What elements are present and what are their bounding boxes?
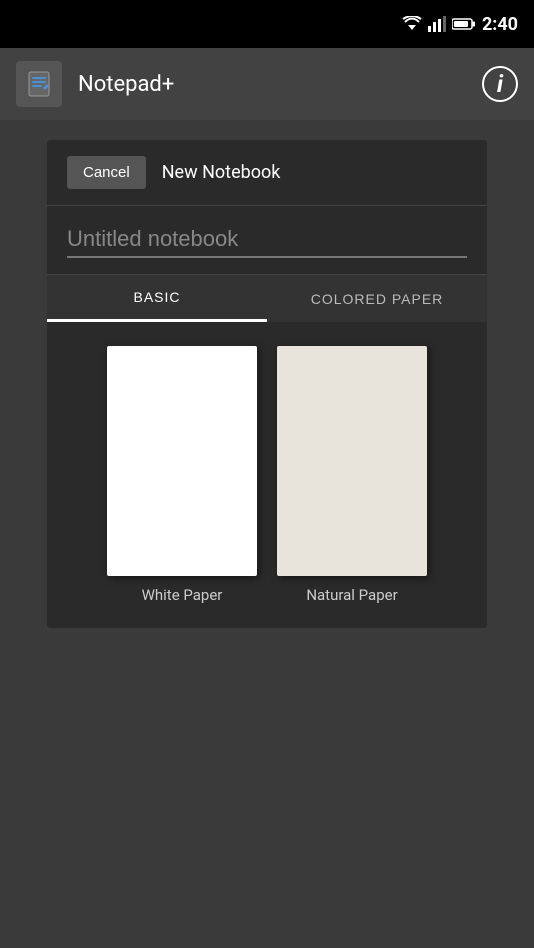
dialog-title: New Notebook — [162, 162, 281, 183]
signal-icon — [428, 16, 446, 32]
status-time: 2:40 — [482, 14, 518, 35]
app-bar: Notepad+ i — [0, 48, 534, 120]
background-content: Name Date Cancel New Notebook BASIC COLO… — [0, 120, 534, 948]
natural-paper-option[interactable]: Natural Paper — [277, 346, 427, 604]
notebook-name-input[interactable] — [67, 222, 467, 258]
app-title: Notepad+ — [78, 72, 174, 97]
tab-basic[interactable]: BASIC — [47, 275, 267, 322]
input-area — [47, 206, 487, 275]
white-paper-label: White Paper — [142, 586, 223, 604]
white-paper-thumbnail — [107, 346, 257, 576]
notepad-icon — [25, 70, 53, 98]
modal-overlay: Cancel New Notebook BASIC COLORED PAPER — [0, 120, 534, 948]
natural-paper-thumbnail — [277, 346, 427, 576]
app-icon — [16, 61, 62, 107]
wifi-icon — [402, 16, 422, 32]
paper-options: White Paper Natural Paper — [47, 322, 487, 628]
status-bar: 2:40 — [0, 0, 534, 48]
status-icons: 2:40 — [402, 14, 518, 35]
info-button[interactable]: i — [482, 66, 518, 102]
tab-colored-paper[interactable]: COLORED PAPER — [267, 275, 487, 322]
natural-paper-label: Natural Paper — [306, 586, 397, 604]
cancel-button[interactable]: Cancel — [67, 156, 146, 189]
app-bar-left: Notepad+ — [16, 61, 174, 107]
dialog-header: Cancel New Notebook — [47, 140, 487, 206]
white-paper-option[interactable]: White Paper — [107, 346, 257, 604]
dialog-tabs: BASIC COLORED PAPER — [47, 275, 487, 322]
new-notebook-dialog: Cancel New Notebook BASIC COLORED PAPER — [47, 140, 487, 628]
battery-icon — [452, 17, 476, 31]
